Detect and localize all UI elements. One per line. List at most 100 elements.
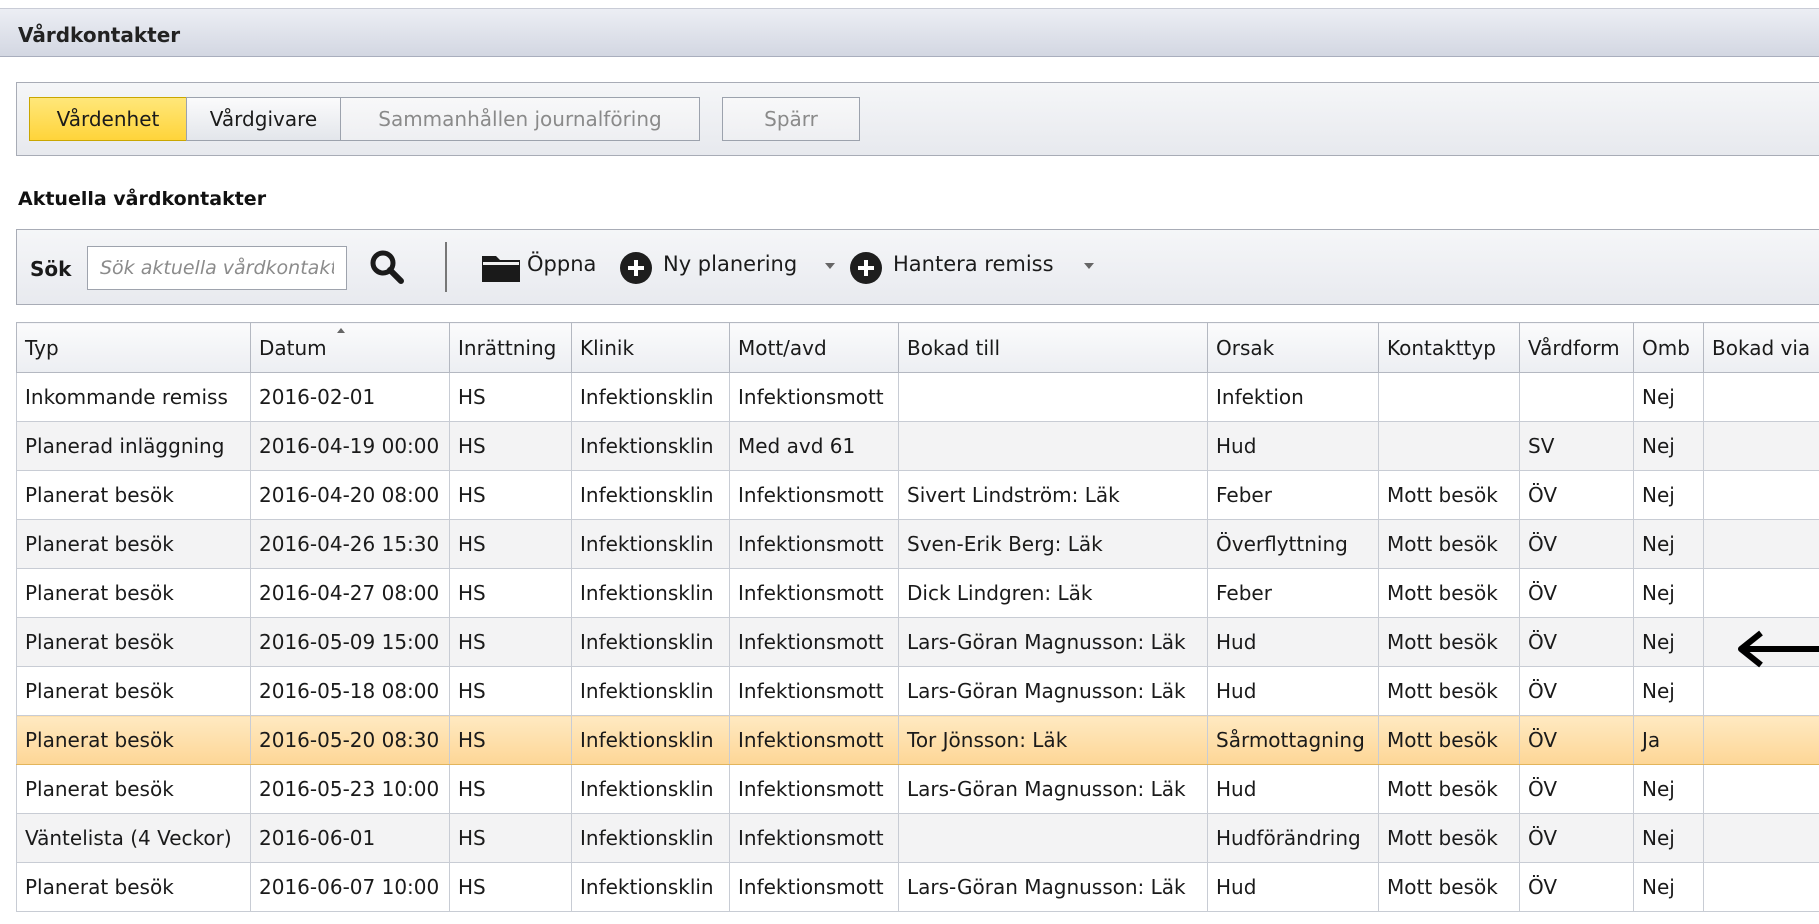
column-header-label: Datum xyxy=(259,335,327,360)
column-header-bokad-till[interactable]: Bokad till xyxy=(898,322,1208,373)
search-icon[interactable] xyxy=(369,249,405,285)
cell-vardform: ÖV xyxy=(1519,764,1634,814)
column-header-orsak[interactable]: Orsak xyxy=(1207,322,1379,373)
folder-icon[interactable] xyxy=(481,252,521,284)
column-header-kontakttyp[interactable]: Kontakttyp xyxy=(1378,322,1520,373)
cell-orsak: Hud xyxy=(1207,666,1379,716)
window-title: Vårdkontakter xyxy=(18,23,181,47)
sort-ascending-icon xyxy=(337,328,345,333)
cell-orsak: Hud xyxy=(1207,862,1379,912)
tab-sammanhallen-journalforing[interactable]: Sammanhållen journalföring xyxy=(340,97,700,141)
cell-kontakttyp: Mott besök xyxy=(1378,813,1520,863)
tab-vardenhet[interactable]: Vårdenhet xyxy=(29,97,187,141)
cell-datum: 2016-06-01 xyxy=(250,813,450,863)
cell-datum: 2016-04-27 08:00 xyxy=(250,568,450,618)
cell-mott-avd: Infektionsmott xyxy=(729,764,899,814)
column-header-vardform[interactable]: Vårdform xyxy=(1519,322,1634,373)
column-header-inrattning[interactable]: Inrättning xyxy=(449,322,572,373)
search-input[interactable] xyxy=(87,246,347,290)
cell-mott-avd: Infektionsmott xyxy=(729,715,899,765)
cell-datum: 2016-05-20 08:30 xyxy=(250,715,450,765)
cell-typ: Planerat besök xyxy=(16,568,251,618)
cell-omb: Nej xyxy=(1633,764,1704,814)
column-header-bokad-via[interactable]: Bokad via xyxy=(1703,322,1819,373)
open-button[interactable]: Öppna xyxy=(527,252,596,276)
cell-typ: Planerat besök xyxy=(16,617,251,667)
cell-mott-avd: Infektionsmott xyxy=(729,862,899,912)
cell-kontakttyp xyxy=(1378,421,1520,471)
cell-bokad-via xyxy=(1703,372,1819,422)
column-header-omb[interactable]: Omb xyxy=(1633,322,1704,373)
table-row[interactable]: Planerad inläggning 2016-04-19 00:00 HS Inf… xyxy=(16,421,1819,471)
cell-klinik: Infektionsklin xyxy=(571,470,730,520)
table-row[interactable]: Planerat besök 2016-04-20 08:00 HS Infektio… xyxy=(16,470,1819,520)
cell-mott-avd: Infektionsmott xyxy=(729,617,899,667)
column-header-klinik[interactable]: Klinik xyxy=(571,322,730,373)
cell-bokad-till: Lars-Göran Magnusson: Läk xyxy=(898,862,1208,912)
cell-kontakttyp: Mott besök xyxy=(1378,862,1520,912)
search-label: Sök xyxy=(30,257,72,281)
cell-bokad-via xyxy=(1703,862,1819,912)
cell-orsak: Hud xyxy=(1207,421,1379,471)
table-row[interactable]: Väntelista (4 Veckor) 2016-06-01 HS Infekti… xyxy=(16,813,1819,863)
new-planning-button[interactable]: Ny planering xyxy=(663,252,797,276)
cell-vardform xyxy=(1519,372,1634,422)
contacts-table: Typ Datum Inrättning Klinik Mott/avd Bok… xyxy=(16,322,1819,912)
table-row[interactable]: Planerat besök 2016-06-07 10:00 HS Infektio… xyxy=(16,862,1819,912)
cell-klinik: Infektionsklin xyxy=(571,568,730,618)
chevron-down-icon[interactable] xyxy=(825,263,835,269)
tab-vardgivare[interactable]: Vårdgivare xyxy=(186,97,341,141)
cell-mott-avd: Infektionsmott xyxy=(729,519,899,569)
spar-button[interactable]: Spärr xyxy=(722,97,860,141)
cell-inrattning: HS xyxy=(449,519,572,569)
cell-mott-avd: Infektionsmott xyxy=(729,813,899,863)
column-header-datum[interactable]: Datum xyxy=(250,322,450,373)
cell-vardform: ÖV xyxy=(1519,666,1634,716)
table-row[interactable]: Inkommande remiss 2016-02-01 HS Infektionsk… xyxy=(16,372,1819,422)
plus-circle-icon[interactable] xyxy=(850,252,882,284)
plus-circle-icon[interactable] xyxy=(620,252,652,284)
cell-bokad-till: Lars-Göran Magnusson: Läk xyxy=(898,764,1208,814)
cell-kontakttyp: Mott besök xyxy=(1378,666,1520,716)
cell-bokad-till: Lars-Göran Magnusson: Läk xyxy=(898,666,1208,716)
table-row[interactable]: Planerat besök 2016-04-27 08:00 HS Infektio… xyxy=(16,568,1819,618)
cell-orsak: Överflyttning xyxy=(1207,519,1379,569)
cell-kontakttyp xyxy=(1378,372,1520,422)
column-header-typ[interactable]: Typ xyxy=(16,322,251,373)
cell-klinik: Infektionsklin xyxy=(571,715,730,765)
cell-bokad-till: Lars-Göran Magnusson: Läk xyxy=(898,617,1208,667)
cell-bokad-via xyxy=(1703,715,1819,765)
cell-inrattning: HS xyxy=(449,421,572,471)
table-row-selected[interactable]: Planerat besök 2016-05-20 08:30 HS Infektio… xyxy=(16,715,1819,765)
chevron-down-icon[interactable] xyxy=(1084,263,1094,269)
table-row[interactable]: Planerat besök 2016-05-18 08:00 HS Infektio… xyxy=(16,666,1819,716)
cell-vardform: ÖV xyxy=(1519,862,1634,912)
cell-klinik: Infektionsklin xyxy=(571,862,730,912)
table-row[interactable]: Planerat besök 2016-05-09 15:00 HS Infektio… xyxy=(16,617,1819,667)
cell-typ: Väntelista (4 Veckor) xyxy=(16,813,251,863)
table-header-row: Typ Datum Inrättning Klinik Mott/avd Bok… xyxy=(16,322,1819,373)
cell-klinik: Infektionsklin xyxy=(571,764,730,814)
cell-datum: 2016-04-26 15:30 xyxy=(250,519,450,569)
cell-klinik: Infektionsklin xyxy=(571,421,730,471)
cell-klinik: Infektionsklin xyxy=(571,519,730,569)
cell-orsak: Hud xyxy=(1207,617,1379,667)
cell-mott-avd: Infektionsmott xyxy=(729,666,899,716)
cell-inrattning: HS xyxy=(449,862,572,912)
cell-omb: Nej xyxy=(1633,617,1704,667)
cell-bokad-till xyxy=(898,372,1208,422)
table-row[interactable]: Planerat besök 2016-05-23 10:00 HS Infektio… xyxy=(16,764,1819,814)
cell-typ: Planerat besök xyxy=(16,715,251,765)
cell-bokad-via xyxy=(1703,470,1819,520)
cell-omb: Nej xyxy=(1633,519,1704,569)
cell-klinik: Infektionsklin xyxy=(571,813,730,863)
handle-referral-button[interactable]: Hantera remiss xyxy=(893,252,1054,276)
cell-klinik: Infektionsklin xyxy=(571,666,730,716)
cell-bokad-via xyxy=(1703,568,1819,618)
table-row[interactable]: Planerat besök 2016-04-26 15:30 HS Infektio… xyxy=(16,519,1819,569)
cell-mott-avd: Infektionsmott xyxy=(729,470,899,520)
cell-typ: Planerat besök xyxy=(16,470,251,520)
cell-typ: Planerat besök xyxy=(16,666,251,716)
cell-vardform: ÖV xyxy=(1519,568,1634,618)
column-header-mott-avd[interactable]: Mott/avd xyxy=(729,322,899,373)
